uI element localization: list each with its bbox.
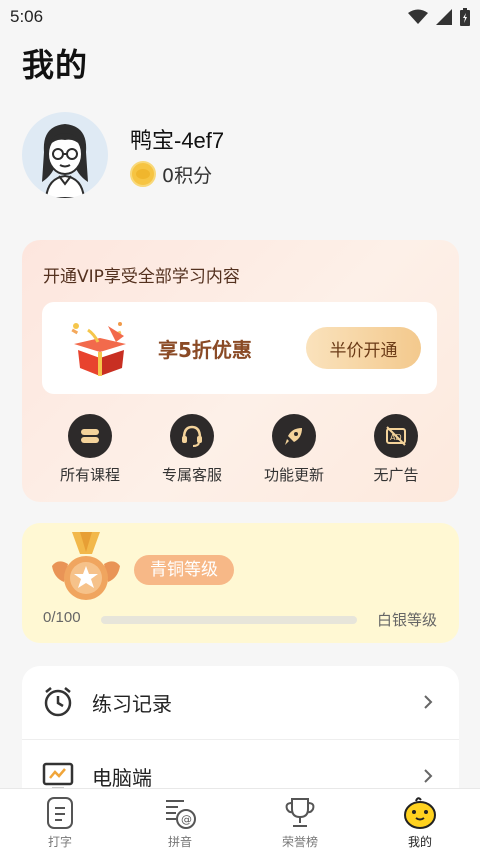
benefit-customer-service[interactable]: 专属客服 — [146, 414, 238, 485]
benefit-all-courses[interactable]: 所有课程 — [44, 414, 136, 485]
svg-text:@: @ — [181, 813, 192, 826]
discount-text: 享5折优惠 — [158, 338, 252, 362]
gift-icon — [71, 322, 126, 376]
tab-pinyin[interactable]: @ 拼音 — [120, 789, 240, 853]
vip-title: 开通VIP享受全部学习内容 — [43, 267, 240, 287]
level-card[interactable]: 青铜等级 0/100 白银等级 — [22, 523, 459, 643]
page-title: 我的 — [22, 46, 89, 84]
course-icon — [68, 414, 112, 458]
chevron-right-icon — [424, 695, 433, 709]
vip-offer[interactable]: 享5折优惠 半价开通 — [42, 302, 437, 394]
tab-honor-board[interactable]: 荣誉榜 — [240, 789, 360, 853]
benefit-label: 专属客服 — [161, 466, 222, 484]
duck-icon — [404, 797, 436, 829]
trophy-icon — [285, 798, 315, 827]
pinyin-icon: @ — [166, 800, 196, 829]
half-price-button[interactable]: 半价开通 — [306, 327, 421, 369]
profile-info: 鸭宝-4ef7 0积分 — [130, 123, 224, 188]
tab-label: 我的 — [407, 835, 432, 849]
chevron-right-icon — [424, 769, 433, 783]
profile-section[interactable]: 鸭宝-4ef7 0积分 — [22, 112, 462, 198]
tab-label: 打字 — [47, 835, 72, 849]
benefit-no-ads[interactable]: AD 无广告 — [350, 414, 442, 485]
wifi-icon — [408, 9, 428, 24]
coin-icon — [130, 161, 156, 187]
typing-icon — [47, 797, 73, 829]
headset-icon — [170, 414, 214, 458]
benefit-label: 所有课程 — [59, 466, 120, 484]
progress-text: 0/100 — [43, 609, 81, 626]
status-icons — [408, 8, 470, 26]
points-value: 0积分 — [162, 164, 213, 187]
menu-label: 练习记录 — [92, 691, 172, 716]
no-ad-icon: AD — [374, 414, 418, 458]
level-badge: 青铜等级 — [134, 555, 234, 585]
tab-label: 拼音 — [167, 835, 192, 849]
clock-icon — [44, 687, 72, 717]
status-bar: 5:06 — [0, 0, 480, 34]
menu-label: 电脑端 — [92, 765, 152, 790]
tab-mine[interactable]: 我的 — [360, 789, 480, 853]
benefit-label: 功能更新 — [263, 466, 324, 484]
rocket-icon — [272, 414, 316, 458]
tab-label: 荣誉榜 — [281, 835, 318, 849]
level-progress-bar — [101, 616, 357, 624]
signal-icon — [436, 9, 452, 25]
status-time: 5:06 — [10, 7, 44, 26]
next-level: 白银等级 — [376, 611, 437, 629]
vip-benefits: 所有课程 专属客服 功能更新 AD 无广告 — [44, 414, 442, 485]
avatar[interactable] — [22, 112, 108, 198]
points-row[interactable]: 0积分 — [130, 161, 224, 188]
benefit-feature-updates[interactable]: 功能更新 — [248, 414, 340, 485]
medal-icon — [52, 532, 120, 600]
tab-typing[interactable]: 打字 — [0, 789, 120, 853]
battery-icon — [460, 8, 470, 26]
benefit-label: 无广告 — [373, 466, 419, 484]
bottom-tab-bar: 打字 @ 拼音 荣誉榜 我的 — [0, 788, 480, 853]
username: 鸭宝-4ef7 — [130, 127, 225, 153]
menu-item-practice-record[interactable]: 练习记录 — [22, 666, 459, 738]
